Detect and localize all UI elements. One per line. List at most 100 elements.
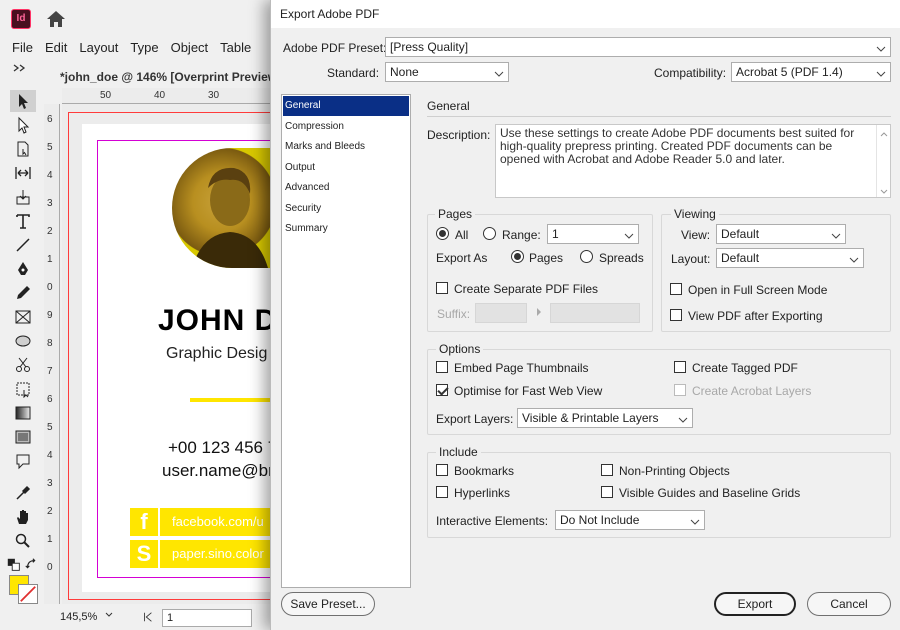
- chevron-down-icon: [831, 228, 841, 239]
- embed-thumbnails-label: Embed Page Thumbnails: [454, 361, 589, 375]
- export-as-spreads-label: Spreads: [599, 251, 644, 265]
- pages-range-input[interactable]: 1: [547, 224, 639, 244]
- description-textarea[interactable]: Use these settings to create Adobe PDF d…: [495, 124, 891, 198]
- category-marks-and-bleeds[interactable]: Marks and Bleeds: [283, 137, 409, 157]
- vertical-ruler[interactable]: 6 5 4 3 2 1 0 9 8 7 6 5 4 3 2 1 0: [44, 104, 60, 604]
- export-button[interactable]: Export: [714, 592, 796, 616]
- horizontal-ruler[interactable]: 50 40 30: [62, 88, 277, 104]
- free-transform-tool-icon[interactable]: [10, 378, 36, 400]
- type-tool-icon[interactable]: [10, 210, 36, 232]
- zoom-level[interactable]: 145,5%: [60, 611, 97, 623]
- indesign-logo: Id: [11, 9, 31, 29]
- scissors-tool-icon[interactable]: [10, 354, 36, 376]
- dialog-titlebar[interactable]: Export Adobe PDF: [271, 0, 900, 28]
- line-tool-icon[interactable]: [10, 234, 36, 256]
- page-number-select[interactable]: 1: [162, 609, 252, 627]
- pages-range-label: Range:: [502, 228, 541, 242]
- export-as-label: Export As: [436, 251, 488, 265]
- cancel-button[interactable]: Cancel: [807, 592, 891, 616]
- note-tool-icon[interactable]: [10, 450, 36, 472]
- ruler-tick-label: 30: [208, 90, 220, 101]
- menu-object[interactable]: Object: [165, 38, 215, 58]
- panel-collapse-icon[interactable]: [8, 62, 34, 74]
- suffix-token-field[interactable]: [550, 303, 640, 323]
- pen-tool-icon[interactable]: [10, 258, 36, 280]
- hyperlinks-label: Hyperlinks: [454, 486, 511, 500]
- card-social-row: S paper.sino.color: [130, 540, 278, 568]
- description-scrollbar[interactable]: [876, 125, 890, 197]
- zoom-tool-icon[interactable]: [10, 530, 36, 552]
- category-advanced[interactable]: Advanced: [283, 178, 409, 198]
- chevron-down-icon[interactable]: [104, 609, 114, 623]
- category-security[interactable]: Security: [283, 199, 409, 219]
- menu-table[interactable]: Table: [214, 38, 257, 58]
- gradient-feather-tool-icon[interactable]: [10, 426, 36, 448]
- ellipse-tool-icon[interactable]: [10, 330, 36, 352]
- layout-dropdown[interactable]: Default: [716, 248, 864, 268]
- tagged-pdf-checkbox[interactable]: [674, 361, 686, 373]
- visible-guides-checkbox[interactable]: [601, 486, 613, 498]
- acrobat-layers-checkbox[interactable]: [674, 384, 686, 396]
- optimise-web-checkbox[interactable]: [436, 384, 448, 396]
- interactive-elements-value: Do Not Include: [560, 513, 640, 527]
- bookmarks-checkbox[interactable]: [436, 464, 448, 476]
- ruler-tick-label: 2: [47, 506, 53, 517]
- category-general[interactable]: General: [283, 96, 409, 116]
- pages-all-radio[interactable]: [436, 227, 449, 240]
- ruler-tick-label: 0: [47, 282, 53, 293]
- interactive-elements-dropdown[interactable]: Do Not Include: [555, 510, 705, 530]
- rectangle-frame-tool-icon[interactable]: [10, 306, 36, 328]
- export-as-pages-label: Pages: [529, 251, 564, 265]
- category-output[interactable]: Output: [283, 158, 409, 178]
- non-printing-checkbox[interactable]: [601, 464, 613, 476]
- content-collector-icon[interactable]: [10, 186, 36, 208]
- direct-selection-tool-icon[interactable]: [10, 114, 36, 136]
- menu-edit[interactable]: Edit: [39, 38, 73, 58]
- chevron-down-icon: [624, 228, 634, 239]
- first-page-icon[interactable]: [142, 611, 156, 625]
- compatibility-value: Acrobat 5 (PDF 1.4): [736, 65, 843, 79]
- preset-dropdown[interactable]: [Press Quality]: [385, 37, 891, 57]
- default-colors-icon[interactable]: [6, 554, 22, 576]
- suffix-input[interactable]: [475, 303, 527, 323]
- visible-guides-label: Visible Guides and Baseline Grids: [619, 486, 801, 500]
- bookmarks-label: Bookmarks: [454, 464, 515, 478]
- pencil-tool-icon[interactable]: [10, 282, 36, 304]
- eyedropper-tool-icon[interactable]: [10, 482, 36, 504]
- save-preset-button[interactable]: Save Preset...: [281, 592, 375, 616]
- export-layers-dropdown[interactable]: Visible & Printable Layers: [517, 408, 693, 428]
- embed-thumbnails-checkbox[interactable]: [436, 361, 448, 373]
- menu-type[interactable]: Type: [124, 38, 164, 58]
- menu-file[interactable]: File: [0, 38, 39, 58]
- swap-colors-icon[interactable]: [24, 554, 40, 576]
- ruler-tick-label: 6: [47, 114, 53, 125]
- separate-files-checkbox[interactable]: [436, 282, 448, 294]
- pages-range-radio[interactable]: [483, 227, 496, 240]
- home-icon[interactable]: [46, 10, 66, 28]
- page-tool-icon[interactable]: [10, 138, 36, 160]
- compatibility-dropdown[interactable]: Acrobat 5 (PDF 1.4): [731, 62, 891, 82]
- view-dropdown[interactable]: Default: [716, 224, 846, 244]
- hyperlinks-checkbox[interactable]: [436, 486, 448, 498]
- full-screen-checkbox[interactable]: [670, 283, 682, 295]
- category-compression[interactable]: Compression: [283, 117, 409, 137]
- dialog-title: Export Adobe PDF: [280, 7, 380, 21]
- stroke-color-swatch[interactable]: [18, 584, 38, 604]
- facebook-icon: f: [130, 508, 160, 536]
- gap-tool-icon[interactable]: [10, 162, 36, 184]
- chevron-up-icon[interactable]: [879, 128, 889, 137]
- selection-tool-icon[interactable]: [10, 90, 36, 112]
- document-tab[interactable]: *john_doe @ 146% [Overprint Preview]: [48, 66, 281, 88]
- ruler-tick-label: 2: [47, 226, 53, 237]
- gradient-swatch-tool-icon[interactable]: [10, 402, 36, 424]
- view-after-export-checkbox[interactable]: [670, 309, 682, 321]
- hand-tool-icon[interactable]: [10, 506, 36, 528]
- standard-dropdown[interactable]: None: [385, 62, 509, 82]
- interactive-elements-label: Interactive Elements:: [436, 514, 549, 528]
- menu-layout[interactable]: Layout: [73, 38, 124, 58]
- chevron-down-icon[interactable]: [879, 186, 889, 194]
- category-summary[interactable]: Summary: [283, 219, 409, 239]
- export-as-pages-radio[interactable]: [511, 250, 524, 263]
- export-as-spreads-radio[interactable]: [580, 250, 593, 263]
- standard-value: None: [390, 65, 419, 79]
